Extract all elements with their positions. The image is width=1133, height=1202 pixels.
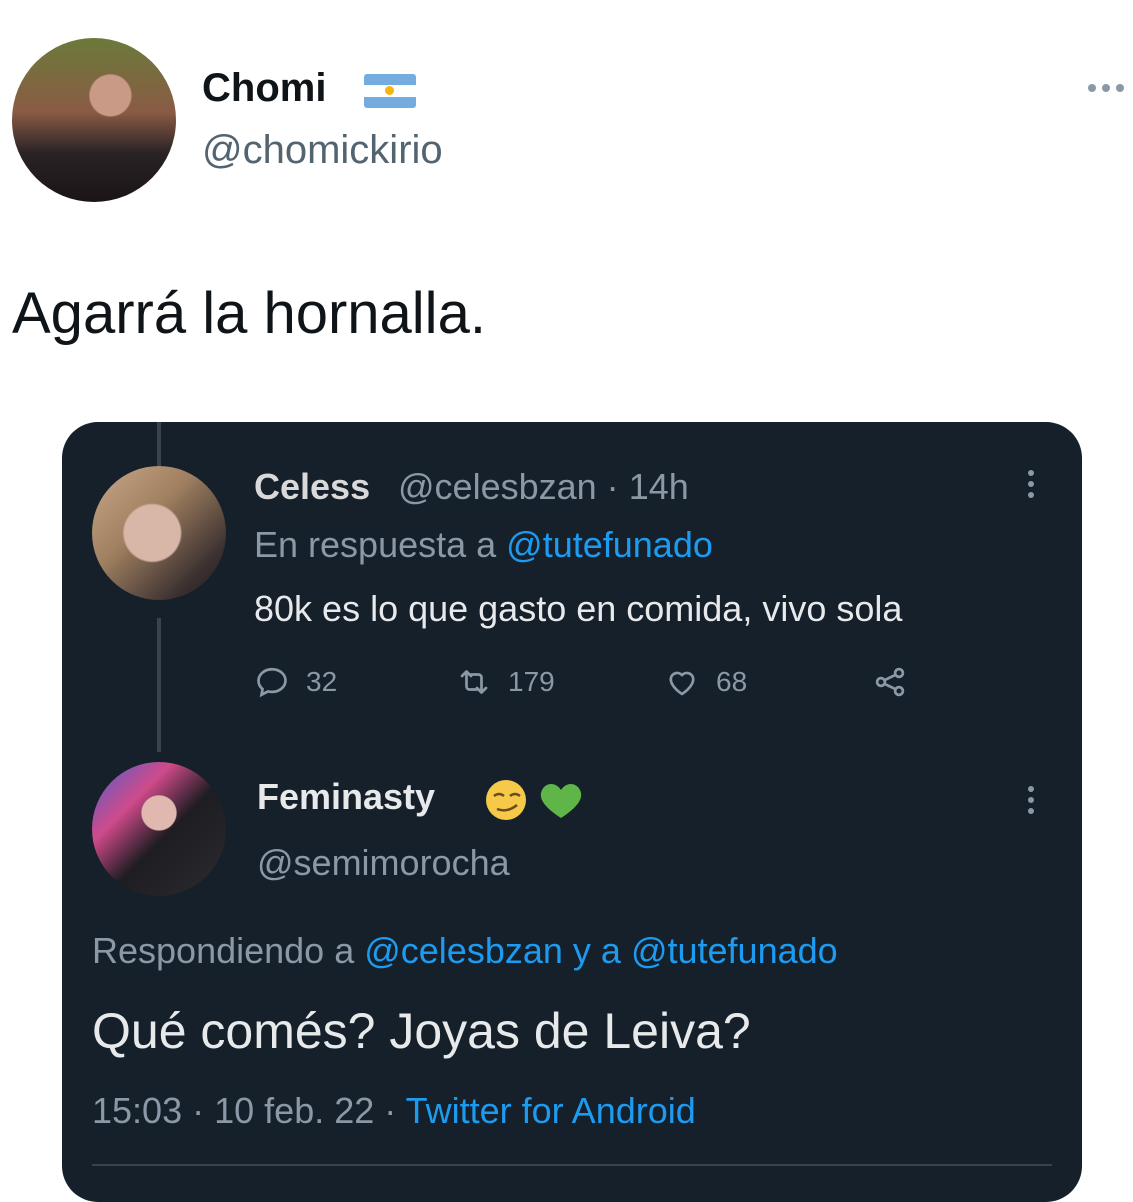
meta-separator: · [384, 1090, 397, 1131]
reply-action: 32 [254, 662, 337, 702]
author-avatar[interactable] [12, 38, 176, 202]
more-options-icon[interactable] [1084, 78, 1128, 98]
thread-line [157, 618, 161, 752]
author-handle[interactable]: @chomickirio [202, 128, 443, 173]
retweet-icon [460, 670, 488, 694]
reply-handle: @celesbzan [398, 466, 597, 507]
like-action: 68 [664, 662, 747, 702]
mention-link: @tutefunado [630, 930, 838, 971]
comment-icon [257, 667, 287, 698]
in-reply-label: En respuesta a [254, 524, 497, 565]
meta-separator: · [192, 1090, 205, 1131]
main-tweet-text: Qué comés? Joyas de Leiva? [92, 1003, 751, 1059]
reply-author-name: Celess [254, 466, 371, 507]
replying-label: Respondiendo a [92, 930, 355, 971]
smirking-face-icon [486, 780, 526, 820]
share-icon [875, 667, 905, 697]
mention-link: @tutefunado [506, 524, 713, 565]
tweet-source: Twitter for Android [405, 1090, 696, 1131]
heart-icon [669, 671, 695, 696]
reply-text: 80k es lo que gasto en comida, vivo sola [254, 588, 903, 629]
mention-link: @celesbzan [364, 930, 563, 971]
tweet-text: Agarrá la hornalla. [12, 281, 486, 346]
like-count: 68 [716, 666, 748, 697]
meta-separator: · [606, 466, 619, 507]
reply-context: En respuesta a @tutefunado [254, 524, 713, 566]
tweet-time: 15:03 [92, 1090, 183, 1131]
reply-meta: @celesbzan · 14h [398, 466, 689, 508]
kebab-menu-icon [1028, 786, 1036, 820]
retweet-count: 179 [508, 666, 555, 697]
replying-context: Respondiendo a @celesbzan y a @tutefunad… [92, 930, 838, 972]
green-heart-icon [540, 784, 582, 818]
kebab-menu-icon [1028, 470, 1036, 504]
main-author-name: Feminasty [257, 776, 436, 817]
reply-avatar [92, 466, 226, 600]
thread-line [157, 422, 161, 466]
retweet-action: 179 [456, 662, 555, 702]
share-action [872, 662, 908, 702]
author-name[interactable]: Chomi [202, 66, 326, 111]
main-handle: @semimorocha [257, 842, 510, 883]
reply-time: 14h [628, 466, 689, 507]
divider [92, 1164, 1052, 1166]
main-avatar [92, 762, 226, 896]
tweet-date: 10 feb. 22 [214, 1090, 375, 1131]
tweet-image[interactable]: Celess @celesbzan · 14h En respuesta a @… [62, 422, 1082, 1202]
argentina-flag-icon [364, 74, 416, 108]
name-emojis [482, 778, 586, 822]
main-tweet-meta: 15:03 · 10 feb. 22 · Twitter for Android [92, 1090, 696, 1132]
reply-count: 32 [306, 666, 338, 697]
replying-conjunction: y a [572, 930, 621, 971]
